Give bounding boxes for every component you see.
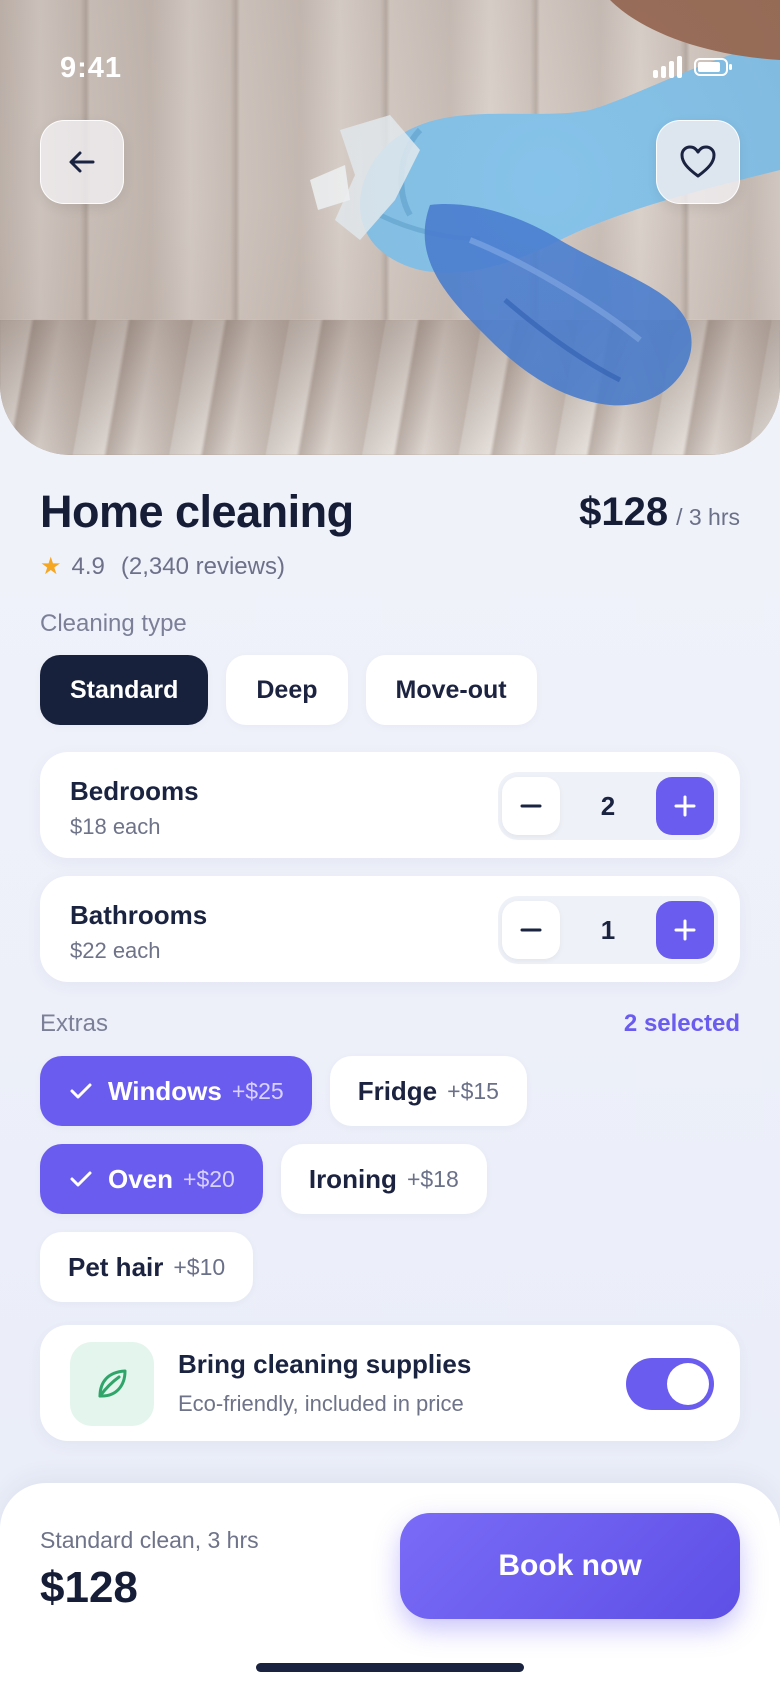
extra-cost: +$18 [406,1165,459,1192]
minus-icon [520,804,542,808]
battery-icon [694,58,732,76]
order-summary: Standard clean, 3 hrs [40,1527,259,1553]
extra-name: Windows [108,1075,222,1106]
signal-icon [653,56,682,78]
plus-icon [674,795,696,817]
bedrooms-decrement-button[interactable] [502,777,560,835]
leaf-icon-box [70,1342,154,1426]
order-total: $128 [40,1563,138,1612]
extras-selected-count: 2 selected [623,1010,740,1037]
status-icons [653,56,732,78]
status-time: 9:41 [60,52,123,84]
extra-cost: +$25 [231,1077,284,1104]
status-bar: 9:41 [0,0,780,130]
heart-icon [680,145,716,178]
rating: ★ 4.9 (2,340 reviews) [40,552,285,581]
screen: 9:41 Home cleaning $128 / 3 hrs ★ 4.9 (2… [0,0,780,1688]
bathrooms-card: Bathrooms $22 each 1 [40,876,740,982]
type-option-move-out[interactable]: Move-out [365,655,537,725]
cleaning-type-label: Cleaning type [40,610,187,637]
extra-cost: +$20 [183,1165,235,1192]
supplies-subtitle: Eco-friendly, included in price [178,1391,464,1416]
extras-row-2: Oven +$20 Ironing +$18 [40,1144,487,1214]
minus-icon [520,928,542,932]
extra-name: Ironing [308,1163,397,1194]
bedrooms-stepper: 2 [498,772,718,840]
supplies-toggle[interactable] [626,1358,714,1410]
price-unit: / 3 hrs [676,504,740,530]
extra-oven[interactable]: Oven +$20 [40,1144,263,1214]
type-option-deep[interactable]: Deep [226,655,348,725]
star-icon: ★ [40,553,62,580]
supplies-card: Bring cleaning supplies Eco-friendly, in… [40,1325,740,1441]
price-amount: $128 [579,490,669,534]
service-price: $128 / 3 hrs [579,490,740,535]
extra-name: Fridge [357,1075,438,1106]
home-indicator [256,1663,524,1672]
bathrooms-decrement-button[interactable] [502,901,560,959]
bathrooms-stepper: 1 [498,896,718,964]
bedrooms-price: $18 each [70,814,161,839]
extra-cost: +$10 [173,1253,226,1280]
leaf-icon [98,1369,127,1398]
check-icon [68,1166,94,1192]
extra-name: Pet hair [68,1251,164,1282]
extras-label: Extras [40,1010,109,1037]
extras-row-1: Windows +$25 Fridge +$15 [40,1056,527,1126]
bedrooms-card: Bedrooms $18 each 2 [40,752,740,858]
cleaning-type-selector: Standard Deep Move-out [40,655,537,725]
back-button[interactable] [40,120,124,204]
plus-icon [674,919,696,941]
bedrooms-title: Bedrooms [70,776,199,806]
service-title: Home cleaning [40,486,354,537]
bathrooms-increment-button[interactable] [656,901,714,959]
extra-name: Oven [108,1163,174,1194]
checkout-bar: Standard clean, 3 hrs $128 Book now [0,1483,780,1688]
bathrooms-title: Bathrooms [70,900,208,930]
extra-windows[interactable]: Windows +$25 [40,1056,312,1126]
type-option-standard[interactable]: Standard [40,655,209,725]
review-count: (2,340 reviews) [120,552,285,580]
toggle-knob [667,1363,709,1405]
extra-fridge[interactable]: Fridge +$15 [329,1056,527,1126]
extra-ironing[interactable]: Ironing +$18 [280,1144,487,1214]
extra-pet-hair[interactable]: Pet hair +$10 [40,1232,254,1302]
arrow-left-icon [69,151,95,173]
book-now-button[interactable]: Book now [400,1513,740,1619]
extra-cost: +$15 [447,1077,499,1104]
favorite-button[interactable] [656,120,740,204]
bathrooms-count: 1 [600,914,616,945]
supplies-title: Bring cleaning supplies [178,1349,472,1379]
bedrooms-increment-button[interactable] [656,777,714,835]
extras-row-3: Pet hair +$10 [40,1232,254,1302]
rating-value: 4.9 [71,552,105,580]
bedrooms-count: 2 [600,790,616,821]
bathrooms-price: $22 each [70,938,161,963]
check-icon [68,1078,94,1104]
